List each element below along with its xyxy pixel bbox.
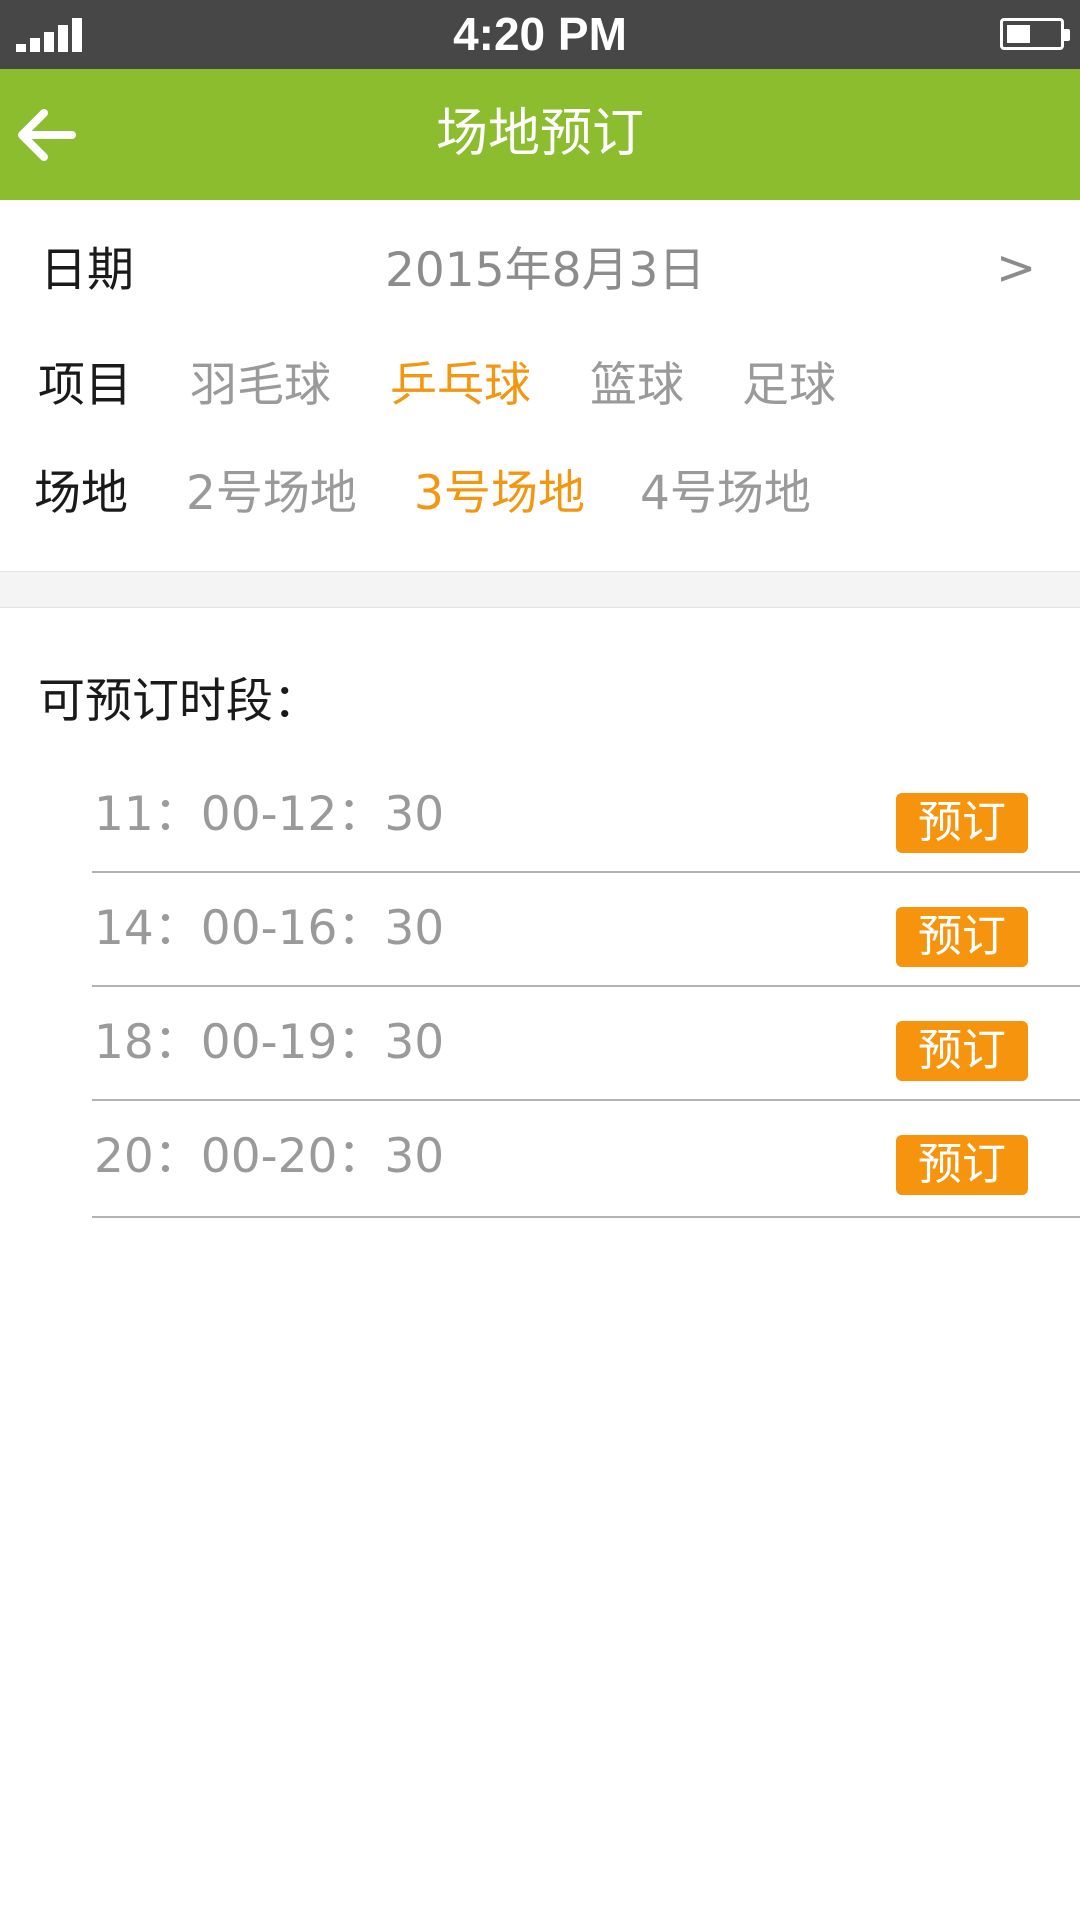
slot-row: 18：00-19：30 预订 <box>92 987 1080 1101</box>
section-divider <box>0 571 1080 608</box>
slot-row: 14：00-16：30 预订 <box>92 873 1080 987</box>
date-label: 日期 <box>40 243 134 298</box>
sport-option-badminton[interactable]: 羽毛球 <box>190 358 331 414</box>
slot-row: 20：00-20：30 预订 <box>92 1101 1080 1218</box>
slot-time: 11：00-12：30 <box>94 787 445 842</box>
slot-time: 20：00-20：30 <box>94 1129 445 1184</box>
court-label: 场地 <box>34 466 128 521</box>
status-bar: 4:20 PM <box>0 0 1080 69</box>
court-option-4[interactable]: 4号场地 <box>640 466 811 522</box>
sport-option-table-tennis[interactable]: 乒乓球 <box>390 358 531 414</box>
book-button[interactable]: 预订 <box>896 1135 1028 1195</box>
slot-row: 11：00-12：30 预订 <box>92 759 1080 873</box>
slot-time: 14：00-16：30 <box>94 901 445 956</box>
book-button[interactable]: 预订 <box>896 1021 1028 1081</box>
sport-option-basketball[interactable]: 篮球 <box>590 358 684 414</box>
book-button[interactable]: 预订 <box>896 907 1028 967</box>
sport-label: 项目 <box>38 358 132 413</box>
book-button[interactable]: 预订 <box>896 793 1028 853</box>
status-time: 4:20 PM <box>453 8 627 60</box>
battery-icon <box>1000 18 1070 50</box>
next-date-button[interactable]: > <box>996 240 1036 296</box>
court-option-2[interactable]: 2号场地 <box>186 466 357 522</box>
slot-time: 18：00-19：30 <box>94 1015 445 1070</box>
court-option-3[interactable]: 3号场地 <box>414 466 585 522</box>
page-title: 场地预订 <box>435 104 644 164</box>
nav-bar: 场地预订 <box>0 69 1080 200</box>
sport-option-football[interactable]: 足球 <box>742 358 836 414</box>
date-value[interactable]: 2015年8月3日 <box>385 243 705 299</box>
slots-title: 可预订时段： <box>38 674 320 729</box>
